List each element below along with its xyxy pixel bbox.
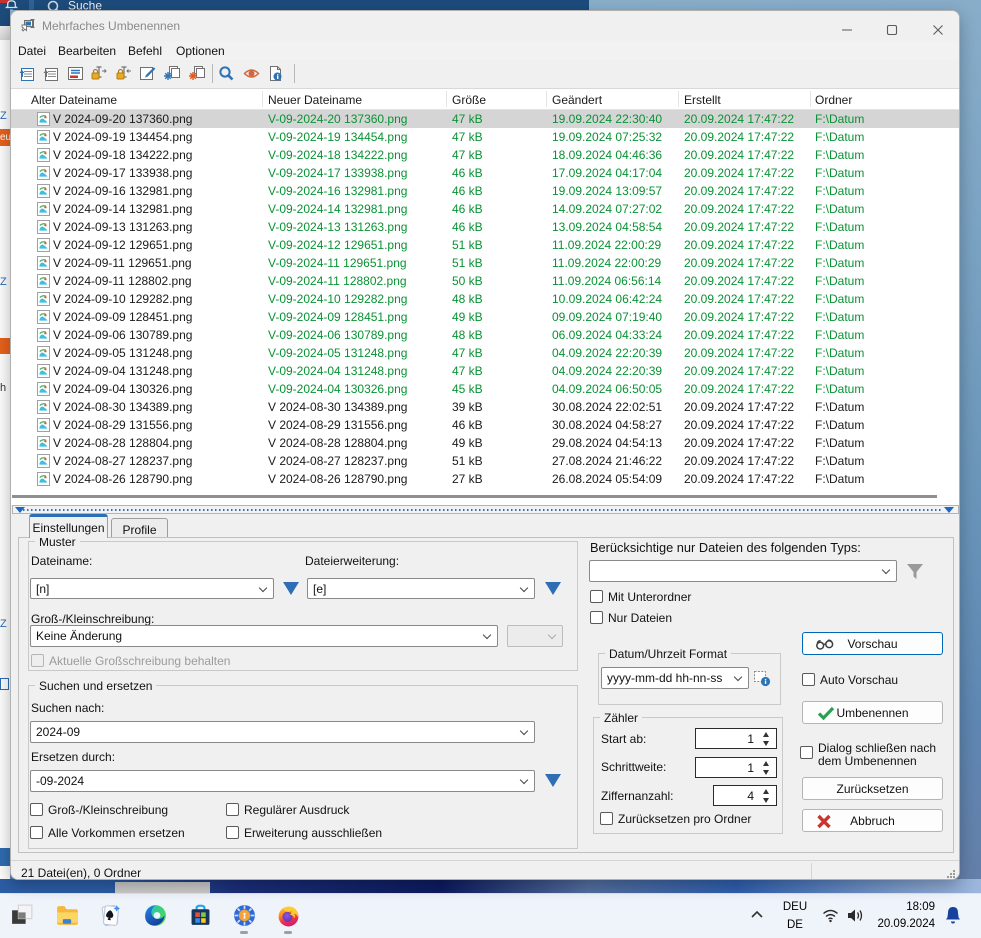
svg-text:Suche: Suche: [68, 0, 102, 10]
